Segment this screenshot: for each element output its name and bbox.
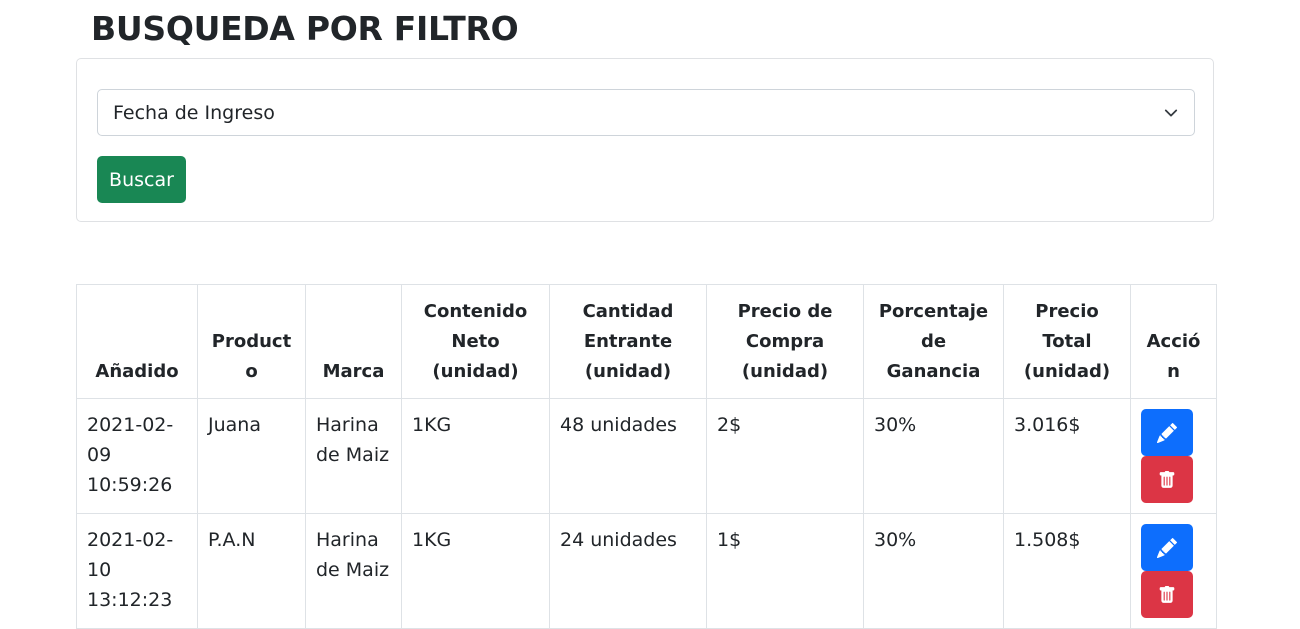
cell-purchase-price: 2$	[706, 398, 864, 514]
cell-actions	[1130, 398, 1217, 514]
column-header-purchase-price: Precio de Compra (unidad)	[706, 284, 864, 399]
cell-product: P.A.N	[197, 513, 306, 629]
cell-added: 2021-02-09 10:59:26	[76, 398, 198, 514]
column-header-total-price: Precio Total (unidad)	[1003, 284, 1131, 399]
cell-product: Juana	[197, 398, 306, 514]
page-title: BUSQUEDA POR FILTRO	[91, 9, 519, 48]
cell-total-price: 1.508$	[1003, 513, 1131, 629]
delete-button[interactable]	[1141, 456, 1193, 503]
pencil-icon	[1157, 422, 1177, 443]
table-row: 2021-02-09 10:59:26 Juana Harina de Maiz…	[76, 398, 1217, 514]
table-row: 2021-02-10 13:12:23 P.A.N Harina de Maiz…	[76, 513, 1217, 629]
cell-added: 2021-02-10 13:12:23	[76, 513, 198, 629]
trash-icon	[1159, 470, 1175, 488]
column-header-incoming-quantity: Cantidad Entrante (unidad)	[549, 284, 707, 399]
table-header-row: Añadido Producto Marca Contenido Neto (u…	[76, 284, 1217, 399]
column-header-action: Acción	[1130, 284, 1217, 399]
column-header-product: Producto	[197, 284, 306, 399]
cell-incoming-quantity: 24 unidades	[549, 513, 707, 629]
column-header-profit-percentage: Porcentaje de Ganancia	[863, 284, 1004, 399]
cell-profit-percentage: 30%	[863, 513, 1004, 629]
chevron-down-icon	[1164, 109, 1178, 117]
column-header-added: Añadido	[76, 284, 198, 399]
cell-incoming-quantity: 48 unidades	[549, 398, 707, 514]
delete-button[interactable]	[1141, 571, 1193, 618]
filter-select[interactable]: Fecha de Ingreso	[97, 89, 1195, 136]
cell-brand: Harina de Maiz	[305, 513, 402, 629]
edit-button[interactable]	[1141, 409, 1193, 456]
column-header-brand: Marca	[305, 284, 402, 399]
trash-icon	[1159, 585, 1175, 603]
filter-card: Fecha de Ingreso Buscar	[76, 58, 1214, 222]
cell-purchase-price: 1$	[706, 513, 864, 629]
results-table: Añadido Producto Marca Contenido Neto (u…	[76, 284, 1217, 629]
cell-actions	[1130, 513, 1217, 629]
column-header-net-content: Contenido Neto (unidad)	[401, 284, 550, 399]
cell-total-price: 3.016$	[1003, 398, 1131, 514]
results-table-container: Añadido Producto Marca Contenido Neto (u…	[76, 284, 1217, 629]
pencil-icon	[1157, 537, 1177, 558]
cell-net-content: 1KG	[401, 513, 550, 629]
filter-select-value: Fecha de Ingreso	[113, 102, 275, 124]
edit-button[interactable]	[1141, 524, 1193, 571]
cell-profit-percentage: 30%	[863, 398, 1004, 514]
cell-brand: Harina de Maiz	[305, 398, 402, 514]
search-button[interactable]: Buscar	[97, 156, 186, 203]
cell-net-content: 1KG	[401, 398, 550, 514]
